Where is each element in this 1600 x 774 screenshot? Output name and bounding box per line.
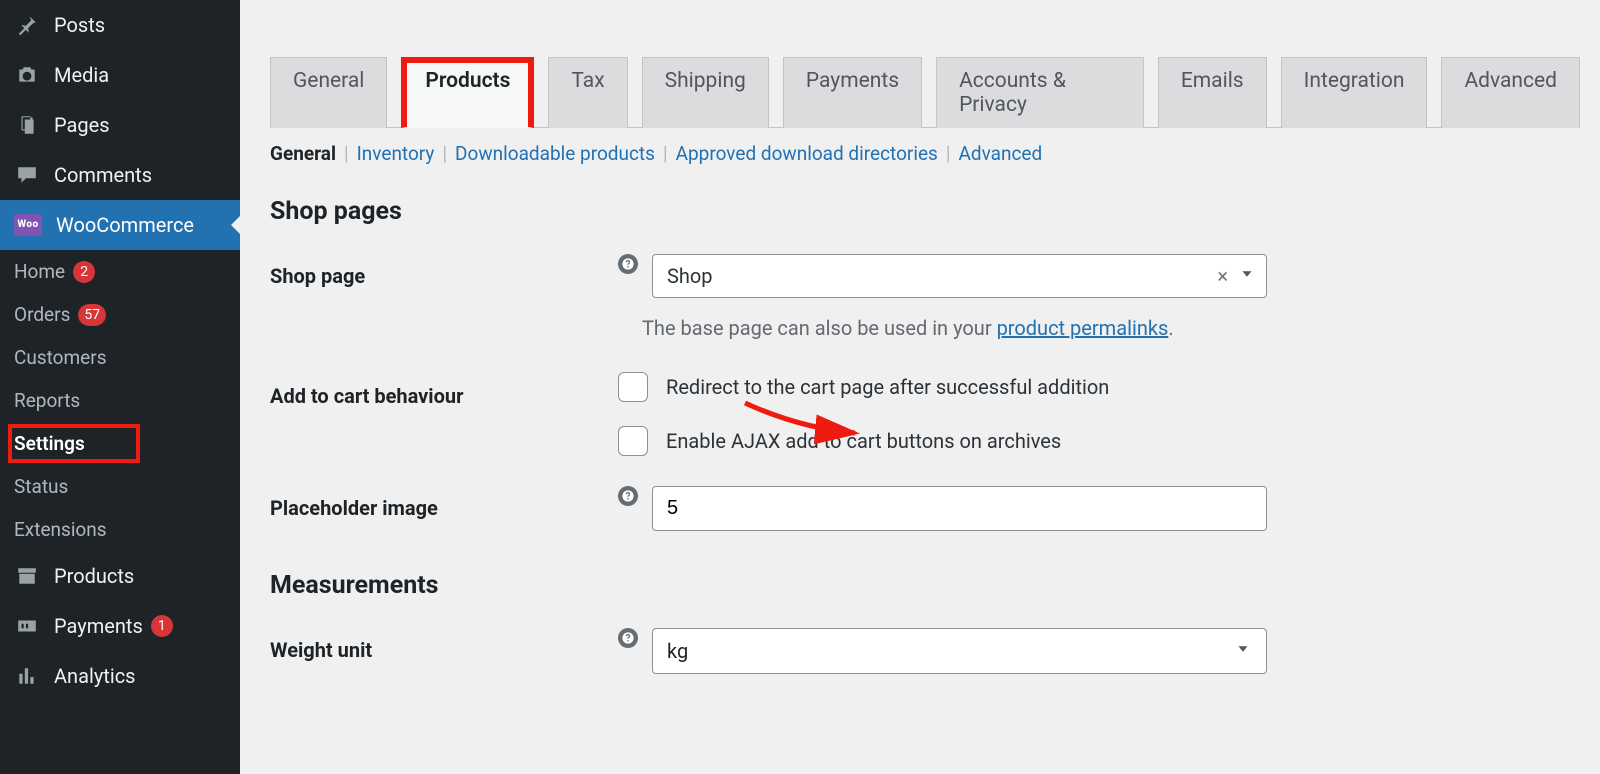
chevron-down-icon bbox=[1234, 639, 1252, 663]
sidebar-item-label: Payments bbox=[54, 614, 143, 638]
tab-accounts-privacy[interactable]: Accounts & Privacy bbox=[936, 57, 1144, 128]
sidebar-subitem-customers[interactable]: Customers bbox=[0, 336, 240, 379]
tab-products[interactable]: Products bbox=[401, 57, 534, 128]
checkbox-input[interactable] bbox=[618, 372, 648, 402]
shop-page-value: Shop bbox=[667, 264, 713, 288]
count-badge: 1 bbox=[151, 615, 173, 637]
count-badge: 57 bbox=[78, 304, 106, 326]
woocommerce-icon: Woo bbox=[14, 214, 42, 236]
sidebar-item-label: Analytics bbox=[54, 664, 136, 688]
subtab-advanced[interactable]: Advanced bbox=[958, 142, 1042, 165]
sidebar-item-comments[interactable]: Comments bbox=[0, 150, 240, 200]
label-placeholder-image: Placeholder image bbox=[270, 486, 618, 520]
sidebar-subitem-label: Settings bbox=[14, 432, 85, 455]
sidebar-subitem-status[interactable]: Status bbox=[0, 465, 240, 508]
sidebar-item-products[interactable]: Products bbox=[0, 551, 240, 601]
sidebar-item-analytics[interactable]: Analytics bbox=[0, 651, 240, 701]
tab-general[interactable]: General bbox=[270, 57, 387, 128]
sidebar-subitem-orders[interactable]: Orders 57 bbox=[0, 293, 240, 336]
label-weight-unit: Weight unit bbox=[270, 628, 618, 662]
checkbox-label: Redirect to the cart page after successf… bbox=[666, 375, 1109, 399]
sidebar-item-woocommerce[interactable]: Woo WooCommerce bbox=[0, 200, 240, 250]
checkbox-input[interactable] bbox=[618, 426, 648, 456]
pin-icon bbox=[14, 12, 40, 38]
admin-sidebar: Posts Media Pages Comments Woo WooCommer… bbox=[0, 0, 240, 774]
row-placeholder-image: Placeholder image bbox=[270, 486, 1580, 531]
sidebar-item-posts[interactable]: Posts bbox=[0, 0, 240, 50]
chat-icon bbox=[14, 162, 40, 188]
sidebar-subitem-label: Extensions bbox=[14, 518, 107, 541]
sidebar-item-payments[interactable]: Payments 1 bbox=[0, 601, 240, 651]
sidebar-subitem-label: Orders bbox=[14, 303, 70, 326]
subtab-inventory[interactable]: Inventory bbox=[357, 142, 435, 165]
sidebar-item-label: Media bbox=[54, 63, 109, 87]
checkbox-ajax-archives: Enable AJAX add to cart buttons on archi… bbox=[618, 426, 1580, 456]
label-shop-page: Shop page bbox=[270, 254, 618, 288]
settings-tabs: General Products Tax Shipping Payments A… bbox=[270, 56, 1580, 175]
placeholder-image-input[interactable] bbox=[652, 486, 1267, 531]
archive-icon bbox=[14, 563, 40, 589]
label-add-to-cart: Add to cart behaviour bbox=[270, 374, 618, 408]
sidebar-subitem-reports[interactable]: Reports bbox=[0, 379, 240, 422]
subtab-general[interactable]: General bbox=[270, 142, 336, 165]
sidebar-item-pages[interactable]: Pages bbox=[0, 100, 240, 150]
checkbox-label: Enable AJAX add to cart buttons on archi… bbox=[666, 429, 1061, 453]
row-shop-page: Shop page Shop × bbox=[270, 254, 1580, 298]
subtab-downloadable[interactable]: Downloadable products bbox=[455, 142, 655, 165]
count-badge: 2 bbox=[73, 261, 95, 283]
weight-unit-select[interactable]: kg bbox=[652, 628, 1267, 674]
sidebar-item-label: WooCommerce bbox=[56, 213, 194, 237]
pages-icon bbox=[14, 112, 40, 138]
shop-page-select[interactable]: Shop × bbox=[652, 254, 1267, 298]
sidebar-item-media[interactable]: Media bbox=[0, 50, 240, 100]
sidebar-subitem-label: Customers bbox=[14, 346, 107, 369]
sidebar-subitem-extensions[interactable]: Extensions bbox=[0, 508, 240, 551]
checkbox-redirect-cart: Redirect to the cart page after successf… bbox=[618, 372, 1580, 402]
row-weight-unit: Weight unit kg bbox=[270, 628, 1580, 674]
tab-tax[interactable]: Tax bbox=[548, 57, 627, 128]
sidebar-subitem-home[interactable]: Home 2 bbox=[0, 250, 240, 293]
shop-page-hint: The base page can also be used in your p… bbox=[642, 316, 1580, 340]
product-subtabs: General | Inventory | Downloadable produ… bbox=[270, 128, 1580, 175]
section-shop-pages: Shop pages bbox=[270, 197, 1580, 226]
tab-advanced[interactable]: Advanced bbox=[1441, 57, 1580, 128]
tab-payments[interactable]: Payments bbox=[783, 57, 922, 128]
help-icon[interactable] bbox=[618, 628, 638, 648]
tab-shipping[interactable]: Shipping bbox=[642, 57, 769, 128]
clear-icon[interactable]: × bbox=[1217, 264, 1228, 288]
section-measurements: Measurements bbox=[270, 571, 1580, 600]
subtab-approved-dirs[interactable]: Approved download directories bbox=[676, 142, 938, 165]
tab-integration[interactable]: Integration bbox=[1281, 57, 1428, 128]
chevron-down-icon[interactable] bbox=[1238, 264, 1256, 288]
woocommerce-submenu: Home 2 Orders 57 Customers Reports Setti… bbox=[0, 250, 240, 551]
money-icon bbox=[14, 613, 40, 639]
weight-unit-value: kg bbox=[667, 639, 688, 663]
bar-chart-icon bbox=[14, 663, 40, 689]
sidebar-subitem-label: Status bbox=[14, 475, 68, 498]
help-icon[interactable] bbox=[618, 486, 638, 506]
sidebar-subitem-settings[interactable]: Settings bbox=[0, 422, 240, 465]
sidebar-subitem-label: Reports bbox=[14, 389, 80, 412]
tab-emails[interactable]: Emails bbox=[1158, 57, 1267, 128]
sidebar-item-label: Posts bbox=[54, 13, 105, 37]
sidebar-item-label: Products bbox=[54, 564, 134, 588]
sidebar-item-label: Comments bbox=[54, 163, 152, 187]
product-permalinks-link[interactable]: product permalinks bbox=[997, 316, 1169, 340]
main-content: General Products Tax Shipping Payments A… bbox=[240, 0, 1600, 774]
sidebar-subitem-label: Home bbox=[14, 260, 65, 283]
help-icon[interactable] bbox=[618, 254, 638, 274]
camera-icon bbox=[14, 62, 40, 88]
sidebar-item-label: Pages bbox=[54, 113, 110, 137]
